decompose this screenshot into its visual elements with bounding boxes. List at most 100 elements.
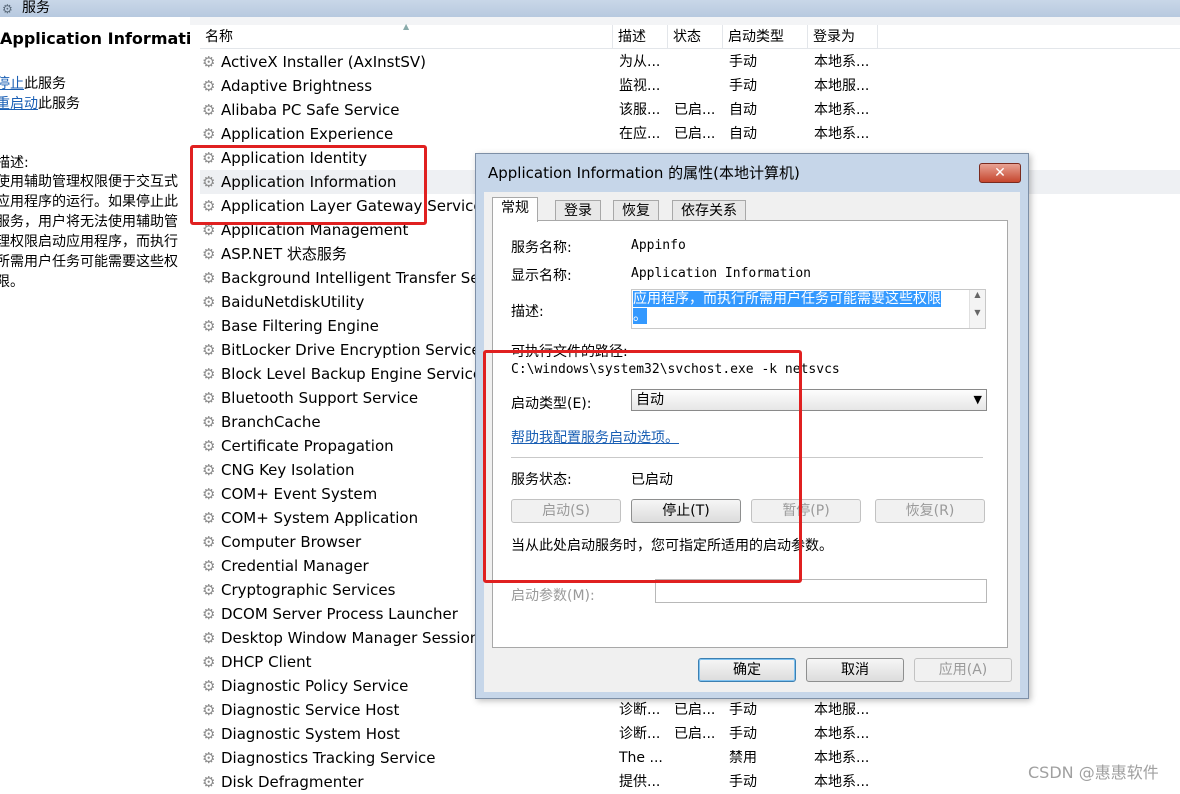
service-description-cell: 监视... [619, 78, 661, 94]
cancel-button[interactable]: 取消 [806, 658, 904, 682]
service-name-cell: BitLocker Drive Encryption Service [221, 341, 481, 359]
service-gear-icon: ⚙ [202, 461, 216, 479]
service-name-cell: Certificate Propagation [221, 437, 394, 455]
service-startup-cell: 自动 [729, 126, 757, 142]
restart-service-link[interactable]: 重启动 [0, 96, 38, 112]
table-row[interactable]: ⚙ Alibaba PC Safe Service 该服... 已启... 自动 本地系.… [200, 98, 1180, 122]
service-name-cell: Adaptive Brightness [221, 77, 373, 95]
service-logon-cell: 本地系... [814, 54, 870, 70]
service-gear-icon: ⚙ [202, 557, 216, 575]
service-name-cell: Diagnostic System Host [221, 725, 400, 743]
service-gear-icon: ⚙ [202, 365, 216, 383]
service-logon-cell: 本地服... [814, 78, 870, 94]
service-gear-icon: ⚙ [202, 485, 216, 503]
ok-button[interactable]: 确定 [698, 658, 796, 682]
service-startup-cell: 手动 [729, 78, 757, 94]
annotation-highlight-dialog [483, 350, 802, 583]
service-gear-icon: ⚙ [202, 413, 216, 431]
service-name-cell: ActiveX Installer (AxInstSV) [221, 53, 427, 71]
service-status-cell: 已启... [674, 126, 716, 142]
start-params-label: 启动参数(M): [511, 588, 595, 604]
service-gear-icon: ⚙ [202, 245, 216, 263]
service-gear-icon: ⚙ [202, 629, 216, 647]
service-logon-cell: 本地系... [814, 750, 870, 766]
service-gear-icon: ⚙ [202, 773, 216, 791]
tab-recovery[interactable]: 恢复 [613, 200, 659, 221]
column-header-description[interactable]: 描述 [613, 25, 668, 49]
service-logon-cell: 本地系... [814, 102, 870, 118]
service-startup-cell: 手动 [729, 702, 757, 718]
service-description-cell: 在应... [619, 126, 661, 142]
stop-service-link[interactable]: 停止 [0, 76, 24, 92]
description-scrollbar[interactable]: ▲ ▼ [969, 290, 985, 328]
service-gear-icon: ⚙ [202, 77, 216, 95]
service-name-cell: Cryptographic Services [221, 581, 396, 599]
service-gear-icon: ⚙ [202, 605, 216, 623]
apply-button[interactable]: 应用(A) [914, 658, 1012, 682]
tab-logon[interactable]: 登录 [555, 200, 601, 221]
service-name-cell: Diagnostic Policy Service [221, 677, 409, 695]
restart-service-action: 重启动此服务 [0, 93, 80, 113]
service-name-cell: Desktop Window Manager Session [221, 629, 480, 647]
description-field-label: 描述: [511, 304, 544, 320]
column-header-startup-type[interactable]: 启动类型 [723, 25, 808, 49]
watermark: CSDN @惠惠软件 [1028, 763, 1159, 782]
stop-service-action: 停止此服务 [0, 73, 66, 93]
selected-service-title: Application Information [0, 29, 214, 48]
description-line: 应用程序，而执行所需用户任务可能需要这些权限 [633, 291, 941, 307]
column-header-status[interactable]: 状态 [668, 25, 723, 49]
service-logon-cell: 本地系... [814, 726, 870, 742]
service-gear-icon: ⚙ [202, 101, 216, 119]
service-name-cell: Credential Manager [221, 557, 369, 575]
service-description-cell: 为从... [619, 54, 661, 70]
table-row[interactable]: ⚙ Diagnostic System Host 诊断... 已启... 手动 本地系..… [200, 722, 1180, 746]
service-name-cell: Diagnostic Service Host [221, 701, 400, 719]
service-description-cell: 该服... [619, 102, 661, 118]
service-gear-icon: ⚙ [202, 53, 216, 71]
service-name-cell: Background Intelligent Transfer Ser [221, 269, 486, 287]
service-logon-cell: 本地系... [814, 126, 870, 142]
service-status-cell: 已启... [674, 702, 716, 718]
service-name-cell: Diagnostics Tracking Service [221, 749, 436, 767]
table-row[interactable]: ⚙ Diagnostic Service Host 诊断... 已启... 手动 本地服.… [200, 698, 1180, 722]
service-description-cell: 诊断... [619, 702, 661, 718]
stop-service-suffix: 此服务 [24, 76, 66, 92]
tab-general[interactable]: 常规 [492, 197, 538, 222]
column-header-name[interactable]: 名称 [200, 25, 613, 49]
service-gear-icon: ⚙ [202, 317, 216, 335]
table-row[interactable]: ⚙ Application Experience 在应... 已启... 自动 本地系..… [200, 122, 1180, 146]
service-description-cell: The ... [619, 750, 663, 766]
service-gear-icon: ⚙ [202, 341, 216, 359]
service-name-cell: Application Experience [221, 125, 394, 143]
service-name-cell: ASP.NET 状态服务 [221, 245, 347, 263]
service-startup-cell: 手动 [729, 774, 757, 790]
service-gear-icon: ⚙ [202, 677, 216, 695]
service-description-cell: 诊断... [619, 726, 661, 742]
service-name-cell: Alibaba PC Safe Service [221, 101, 400, 119]
service-gear-icon: ⚙ [202, 653, 216, 671]
list-header: ▲ 名称 描述 状态 启动类型 登录为 [200, 22, 1180, 49]
service-name-value: Appinfo [631, 238, 686, 253]
service-gear-icon: ⚙ [202, 389, 216, 407]
tab-dependencies[interactable]: 依存关系 [672, 200, 746, 221]
service-startup-cell: 禁用 [729, 750, 757, 766]
service-status-cell: 已启... [674, 726, 716, 742]
service-name-cell: Disk Defragmenter [221, 773, 364, 791]
service-startup-cell: 自动 [729, 102, 757, 118]
table-row[interactable]: ⚙ Adaptive Brightness 监视... 手动 本地服... [200, 74, 1180, 98]
resume-button[interactable]: 恢复(R) [875, 499, 985, 523]
description-label: 描述: [0, 155, 29, 171]
description-textbox[interactable]: 应用程序，而执行所需用户任务可能需要这些权限 。 ▲ ▼ [631, 289, 986, 329]
service-gear-icon: ⚙ [202, 533, 216, 551]
desc-line: 应用程序的运行。如果停止此 [0, 194, 178, 210]
service-gear-icon: ⚙ [202, 125, 216, 143]
service-logon-cell: 本地服... [814, 702, 870, 718]
column-header-logon[interactable]: 登录为 [808, 25, 878, 49]
service-gear-icon: ⚙ [202, 701, 216, 719]
service-name-cell: BaiduNetdiskUtility [221, 293, 365, 311]
table-row[interactable]: ⚙ ActiveX Installer (AxInstSV) 为从... 手动 本地系.… [200, 50, 1180, 74]
desc-line: 所需用户任务可能需要这些权 [0, 254, 178, 270]
close-icon[interactable]: ✕ [979, 163, 1021, 183]
service-description-cell: 提供... [619, 774, 661, 790]
service-description: 使用辅助管理权限便于交互式 应用程序的运行。如果停止此 服务，用户将无法使用辅助… [0, 172, 186, 292]
